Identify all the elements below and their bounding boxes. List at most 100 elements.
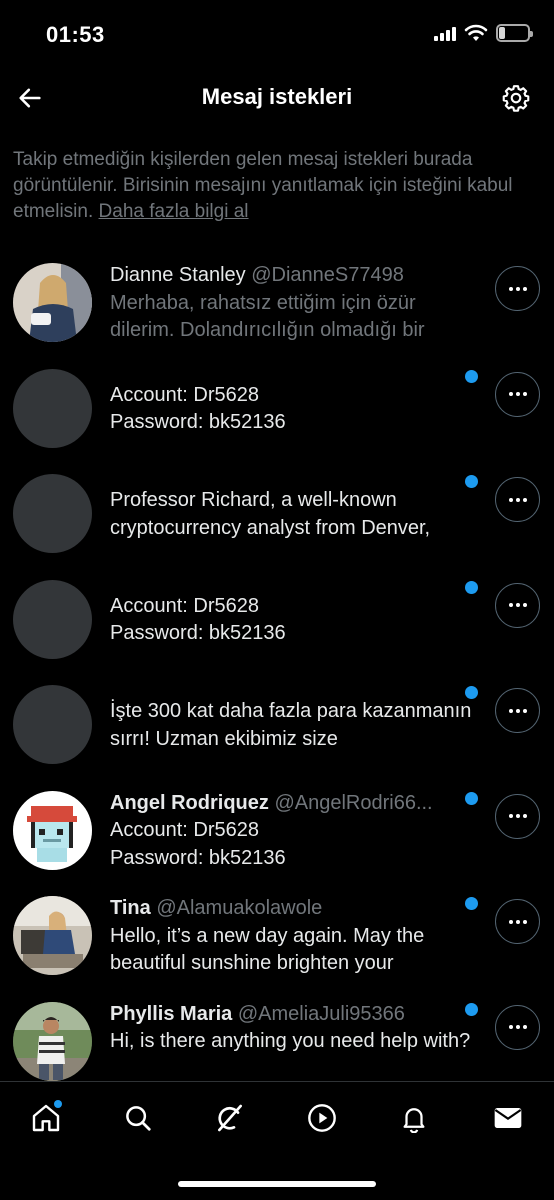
- more-dot: [522, 603, 527, 607]
- status-bar: 01:53 21: [0, 0, 554, 70]
- unread-indicator: [465, 686, 478, 699]
- sender-handle: @DianneS77498: [251, 264, 404, 286]
- message-request-item[interactable]: Angel Rodriquez @AngelRodri66... Account:…: [0, 778, 554, 884]
- more-dot: [508, 603, 513, 607]
- learn-more-link[interactable]: Daha fazla bilgi al: [99, 201, 249, 222]
- more-dot: [522, 497, 527, 502]
- more-dot: [508, 286, 513, 291]
- sender-line: Phyllis Maria @AmeliaJuli95366: [110, 1001, 482, 1029]
- more-dot: [515, 603, 520, 607]
- message-request-item[interactable]: Account: Dr5628 Password: bk52136: [0, 356, 554, 462]
- more-dot: [522, 708, 527, 713]
- gear-icon: [502, 85, 530, 112]
- unread-indicator: [465, 580, 478, 594]
- unread-indicator: [465, 475, 478, 488]
- battery-level: [499, 27, 505, 39]
- more-options-button[interactable]: [495, 1004, 540, 1050]
- wifi-icon: [464, 24, 488, 41]
- status-icons: 21: [434, 24, 533, 42]
- more-options-button[interactable]: [495, 688, 540, 733]
- sender-line: Dianne Stanley @DianneS77498: [110, 262, 482, 290]
- info-text: Takip etmediğin kişilerden gelen mesaj i…: [13, 149, 513, 222]
- more-dot: [515, 814, 520, 818]
- unread-indicator: [465, 791, 478, 805]
- more-options-button[interactable]: [495, 371, 540, 417]
- avatar[interactable]: [13, 1001, 92, 1081]
- more-options-button[interactable]: [495, 582, 540, 628]
- tab-grok[interactable]: [210, 1098, 250, 1138]
- home-indicator: [178, 1181, 376, 1187]
- message-request-item[interactable]: Account: Dr5628 Password: bk52136: [0, 567, 554, 673]
- more-dot: [508, 708, 513, 713]
- bell-icon: [403, 1108, 425, 1133]
- more-options-button[interactable]: [495, 793, 540, 839]
- tab-video[interactable]: [302, 1098, 342, 1138]
- avatar[interactable]: [13, 368, 92, 448]
- more-dot: [508, 392, 513, 396]
- more-options-button[interactable]: [495, 899, 540, 944]
- sender-name: Angel Rodriquez: [110, 791, 269, 814]
- message-request-content: Angel Rodriquez @AngelRodri66... Account:…: [110, 790, 482, 873]
- message-preview: Professor Richard, a well-known cryptocu…: [110, 489, 431, 539]
- more-options-button[interactable]: [495, 477, 540, 522]
- message-request-content: Account: Dr5628 Password: bk52136: [110, 382, 482, 437]
- unread-indicator: [465, 897, 478, 910]
- more-dot: [522, 814, 527, 818]
- avatar[interactable]: [13, 579, 92, 659]
- more-dot: [508, 1025, 513, 1029]
- message-request-item[interactable]: Phyllis Maria @AmeliaJuli95366 Hi, is the…: [0, 989, 554, 1095]
- more-dot: [522, 392, 527, 396]
- message-request-item[interactable]: Tina @Alamuakolawole Hello, it’s a new da…: [0, 883, 554, 989]
- sender-line: Tina @Alamuakolawole: [110, 895, 482, 923]
- message-request-content: İşte 300 kat daha fazla para kazanmanın …: [110, 698, 482, 753]
- cellular-signal-icon: [434, 25, 456, 41]
- sender-handle: @AmeliaJuli95366: [237, 1002, 405, 1025]
- tab-notifications[interactable]: [394, 1098, 434, 1138]
- sender-line: Angel Rodriquez @AngelRodri66...: [110, 790, 482, 818]
- tab-home[interactable]: [26, 1098, 66, 1138]
- more-dot: [508, 814, 513, 818]
- avatar[interactable]: [13, 790, 92, 870]
- message-request-content: Dianne Stanley @DianneS77498 Merhaba, rah…: [110, 262, 482, 345]
- avatar[interactable]: [13, 263, 92, 342]
- more-dot: [515, 919, 520, 924]
- more-dot: [515, 1025, 520, 1029]
- battery-percentage: 21: [506, 26, 520, 40]
- settings-button[interactable]: [500, 82, 532, 114]
- sender-name: Dianne Stanley: [110, 264, 246, 286]
- message-requests-list: Dianne Stanley @DianneS77498 Merhaba, rah…: [0, 250, 554, 1094]
- message-request-content: Phyllis Maria @AmeliaJuli95366 Hi, is the…: [110, 1001, 482, 1056]
- more-dot: [515, 497, 520, 502]
- message-request-item[interactable]: Professor Richard, a well-known cryptocu…: [0, 461, 554, 567]
- unread-indicator: [465, 1002, 478, 1016]
- avatar[interactable]: [13, 685, 92, 764]
- message-preview: Hi, is there anything you need help with…: [110, 1030, 471, 1052]
- more-dot: [508, 919, 513, 924]
- play-icon: [308, 1104, 336, 1132]
- more-options-button[interactable]: [495, 266, 540, 311]
- tab-messages[interactable]: [488, 1098, 528, 1138]
- message-preview: Hello, it’s a new day again. May the bea…: [110, 924, 425, 975]
- message-request-item[interactable]: Dianne Stanley @DianneS77498 Merhaba, rah…: [0, 250, 554, 356]
- more-dot: [508, 497, 513, 502]
- grok-icon: [218, 1104, 242, 1132]
- message-request-content: Account: Dr5628 Password: bk52136: [110, 593, 482, 648]
- battery-icon: 21: [496, 24, 533, 42]
- more-dot: [515, 286, 520, 291]
- message-preview: Account: Dr5628 Password: bk52136: [110, 383, 286, 434]
- sender-handle: @Alamuakolawole: [156, 897, 323, 919]
- page-title: Mesaj istekleri: [201, 84, 353, 109]
- sender-name: Tina: [110, 897, 151, 919]
- message-preview: İşte 300 kat daha fazla para kazanmanın …: [110, 700, 472, 750]
- tab-search[interactable]: [118, 1098, 158, 1138]
- more-dot: [522, 919, 527, 924]
- avatar[interactable]: [13, 896, 92, 975]
- message-preview: Merhaba, rahatsız ettiğim için özür dile…: [110, 291, 425, 342]
- message-request-content: Tina @Alamuakolawole Hello, it’s a new da…: [110, 895, 482, 978]
- header: Mesaj istekleri: [0, 70, 554, 130]
- message-request-item[interactable]: İşte 300 kat daha fazla para kazanmanın …: [0, 672, 554, 778]
- avatar[interactable]: [13, 474, 92, 553]
- message-request-content: Professor Richard, a well-known cryptocu…: [110, 487, 482, 542]
- message-preview: Account: Dr5628 Password: bk52136: [110, 594, 286, 645]
- more-dot: [515, 392, 520, 396]
